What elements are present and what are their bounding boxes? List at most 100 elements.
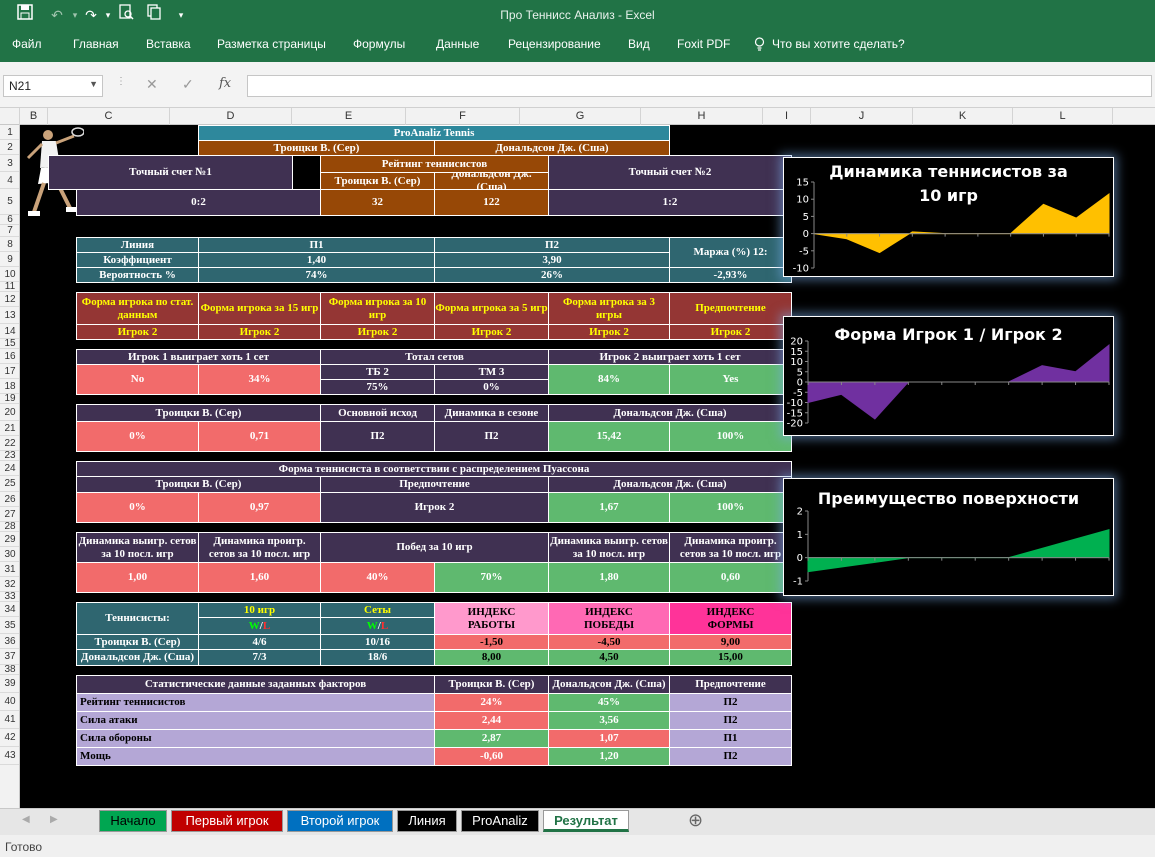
row-header[interactable]: 17 [0, 364, 19, 379]
col-header-b[interactable]: B [20, 108, 48, 125]
name-box[interactable]: N21 ▼ [3, 75, 103, 97]
col-header-g[interactable]: G [520, 108, 641, 125]
row-header[interactable]: 31 [0, 562, 19, 577]
margin-label[interactable]: Маржа (%) 12: [669, 237, 792, 268]
sets-p2[interactable]: 18/6 [320, 649, 435, 666]
outcome-p1-val[interactable]: 0,71 [198, 421, 321, 452]
dyn-lose-p1[interactable]: 1,60 [198, 562, 321, 593]
players-label[interactable]: Теннисисты: [76, 602, 199, 635]
poisson-header[interactable]: Форма теннисиста в соответствии с распре… [76, 461, 792, 477]
col-header-h[interactable]: H [641, 108, 763, 125]
dyn-lose-p2-label[interactable]: Динамика проигр. сетов за 10 посл. игр [669, 532, 792, 563]
stats-val-p1[interactable]: 24% [434, 693, 549, 712]
preference-header[interactable]: Предпочтение [669, 292, 792, 325]
wins10-p2[interactable]: 70% [434, 562, 549, 593]
row-header[interactable]: 43 [0, 747, 19, 765]
col-header-d[interactable]: D [170, 108, 292, 125]
rating-player2[interactable]: Дональдсон Дж. (Сша) [434, 172, 549, 190]
form-value-c[interactable]: Игрок 2 [76, 324, 199, 340]
row-header[interactable]: 4 [0, 172, 19, 189]
enter-icon[interactable]: ✓ [182, 76, 194, 93]
tm-value[interactable]: 0% [434, 379, 549, 395]
idx-win-p2[interactable]: 4,50 [548, 649, 670, 666]
sheet-title[interactable]: ProAnaliz Tennis [198, 125, 670, 141]
row-header[interactable]: 37 [0, 649, 19, 665]
season-dynamics-value[interactable]: П2 [434, 421, 549, 452]
row-header[interactable]: 32 [0, 577, 19, 592]
form-header-c[interactable]: Форма игрока по стат. данным [76, 292, 199, 325]
col-header-l[interactable]: L [1013, 108, 1113, 125]
row-header[interactable]: 40 [0, 693, 19, 711]
idx-work-p1[interactable]: -1,50 [434, 634, 549, 650]
exact-score2-label[interactable]: Точный счет №2 [548, 155, 792, 190]
idx-work-p2[interactable]: 8,00 [434, 649, 549, 666]
prob-p1[interactable]: 74% [198, 267, 435, 283]
row-header[interactable]: 12 [0, 292, 19, 307]
row-header[interactable]: 15 [0, 339, 19, 349]
stats-val-p1[interactable]: 2,87 [434, 729, 549, 748]
games-p2[interactable]: 7/3 [198, 649, 321, 666]
row-header[interactable]: 10 [0, 267, 19, 282]
idx-form-p2[interactable]: 15,00 [669, 649, 792, 666]
coefficient-label[interactable]: Коэффициент [76, 252, 199, 268]
sheet-tab-line[interactable]: Линия [397, 810, 457, 832]
p2-pct[interactable]: 84% [548, 364, 670, 395]
total-sets-header[interactable]: Тотал сетов [320, 349, 549, 365]
tab-formulas[interactable]: Формулы [353, 37, 405, 51]
col-header-f[interactable]: F [406, 108, 520, 125]
sheet-tab-second-player[interactable]: Второй игрок [287, 810, 393, 832]
rating-player1[interactable]: Троицки В. (Сер) [320, 172, 435, 190]
stats-pref[interactable]: П2 [669, 693, 792, 712]
dyn-lose-p1-label[interactable]: Динамика проигр. сетов за 10 посл. игр [198, 532, 321, 563]
stats-row-label[interactable]: Сила обороны [76, 729, 435, 748]
chart-surface-advantage[interactable]: Преимущество поверхности -1 0 1 2 [783, 478, 1114, 596]
sets-label[interactable]: Сеты [320, 602, 435, 618]
tab-home[interactable]: Главная [73, 37, 119, 51]
row-header[interactable]: 29 [0, 532, 19, 547]
probability-label[interactable]: Вероятность % [76, 267, 199, 283]
index-work-label[interactable]: ИНДЕКС РАБОТЫ [434, 602, 549, 635]
poisson-p1-pct[interactable]: 0% [76, 492, 199, 523]
stats-row-label[interactable]: Мощь [76, 747, 435, 766]
form-header-d[interactable]: Форма игрока за 15 игр [198, 292, 321, 325]
row-header[interactable]: 33 [0, 592, 19, 602]
stats-pref[interactable]: П2 [669, 711, 792, 730]
add-sheet-icon[interactable]: ⊕ [688, 810, 703, 831]
outcome-player1[interactable]: Троицки В. (Сер) [76, 404, 321, 422]
form-value-d[interactable]: Игрок 2 [198, 324, 321, 340]
main-outcome-label[interactable]: Основной исход [320, 404, 435, 422]
row-header[interactable]: 35 [0, 617, 19, 634]
row-header[interactable]: 7 [0, 225, 19, 237]
outcome-player2[interactable]: Дональдсон Дж. (Сша) [548, 404, 792, 422]
poisson-p2-val[interactable]: 1,67 [548, 492, 670, 523]
insert-function-icon[interactable]: fx [219, 76, 231, 91]
row-header[interactable]: 8 [0, 237, 19, 252]
row-header[interactable]: 30 [0, 547, 19, 562]
stats-val-p2[interactable]: 1,07 [548, 729, 670, 748]
rank-player2[interactable]: 122 [434, 189, 549, 216]
col-header-k[interactable]: K [913, 108, 1013, 125]
p1-no[interactable]: No [76, 364, 199, 395]
row-header[interactable]: 26 [0, 492, 19, 507]
row-header[interactable]: 28 [0, 522, 19, 532]
row-header[interactable]: 9 [0, 252, 19, 267]
p1-pct[interactable]: 34% [198, 364, 321, 395]
tab-data[interactable]: Данные [436, 37, 479, 51]
exact-score1-label[interactable]: Точный счет №1 [48, 155, 293, 190]
dyn-win-p1-label[interactable]: Динамика выигр. сетов за 10 посл. игр [76, 532, 199, 563]
row-header[interactable]: 20 [0, 404, 19, 421]
col-header-i[interactable]: I [763, 108, 811, 125]
stats-val-p1[interactable]: 2,44 [434, 711, 549, 730]
outcome-p2-pct[interactable]: 100% [669, 421, 792, 452]
stats-val-p1[interactable]: -0,60 [434, 747, 549, 766]
row-header[interactable]: 13 [0, 307, 19, 324]
poisson-pref-value[interactable]: Игрок 2 [320, 492, 549, 523]
dyn-win-p1[interactable]: 1,00 [76, 562, 199, 593]
coef-p1[interactable]: 1,40 [198, 252, 435, 268]
dyn-win-p2[interactable]: 1,80 [548, 562, 670, 593]
wl-sets[interactable]: W / L [320, 617, 435, 635]
wl-games[interactable]: W / L [198, 617, 321, 635]
exact-score2-value[interactable]: 1:2 [548, 189, 792, 216]
chart-form-p1-p2[interactable]: Форма Игрок 1 / Игрок 2 -20 -15 -10 -5 0 5 10 1… [783, 316, 1114, 436]
row-header[interactable]: 34 [0, 602, 19, 617]
